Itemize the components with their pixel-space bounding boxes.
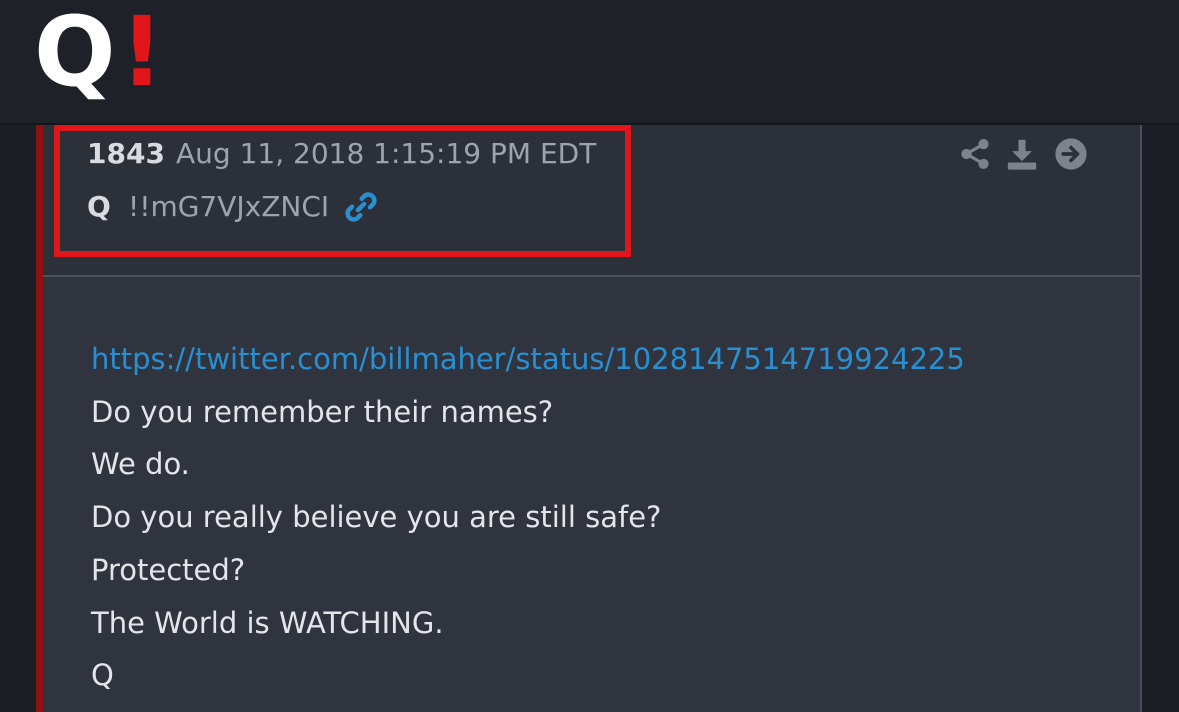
top-bar: Q ! [0, 0, 1179, 125]
body-line-5: The World is WATCHING. [91, 605, 444, 640]
arrow-right-circle-icon[interactable] [1054, 137, 1088, 171]
body-line-6: Q [91, 658, 114, 693]
body-line-3: Do you really believe you are still safe… [91, 500, 662, 535]
download-icon[interactable] [1005, 137, 1039, 171]
post-card: 1843 Aug 11, 2018 1:15:19 PM EDT Q !!mG7… [43, 125, 1142, 712]
logo-letter: Q [34, 0, 116, 108]
post-accent-bar [36, 125, 43, 712]
share-icon[interactable] [958, 137, 992, 171]
body-line-1: Do you remember their names? [91, 394, 554, 429]
post-actions [953, 135, 1093, 175]
q-logo[interactable]: Q ! [34, 4, 164, 104]
tweet-link[interactable]: https://twitter.com/billmaher/status/102… [91, 333, 1091, 386]
logo-exclamation: ! [120, 0, 164, 108]
right-margin [1142, 125, 1179, 712]
left-margin [0, 125, 33, 712]
post-body: https://twitter.com/billmaher/status/102… [91, 333, 1091, 702]
post-header: 1843 Aug 11, 2018 1:15:19 PM EDT Q !!mG7… [43, 125, 1140, 277]
highlight-annotation-box [54, 125, 631, 257]
body-line-2: We do. [91, 447, 190, 482]
body-line-4: Protected? [91, 552, 246, 587]
